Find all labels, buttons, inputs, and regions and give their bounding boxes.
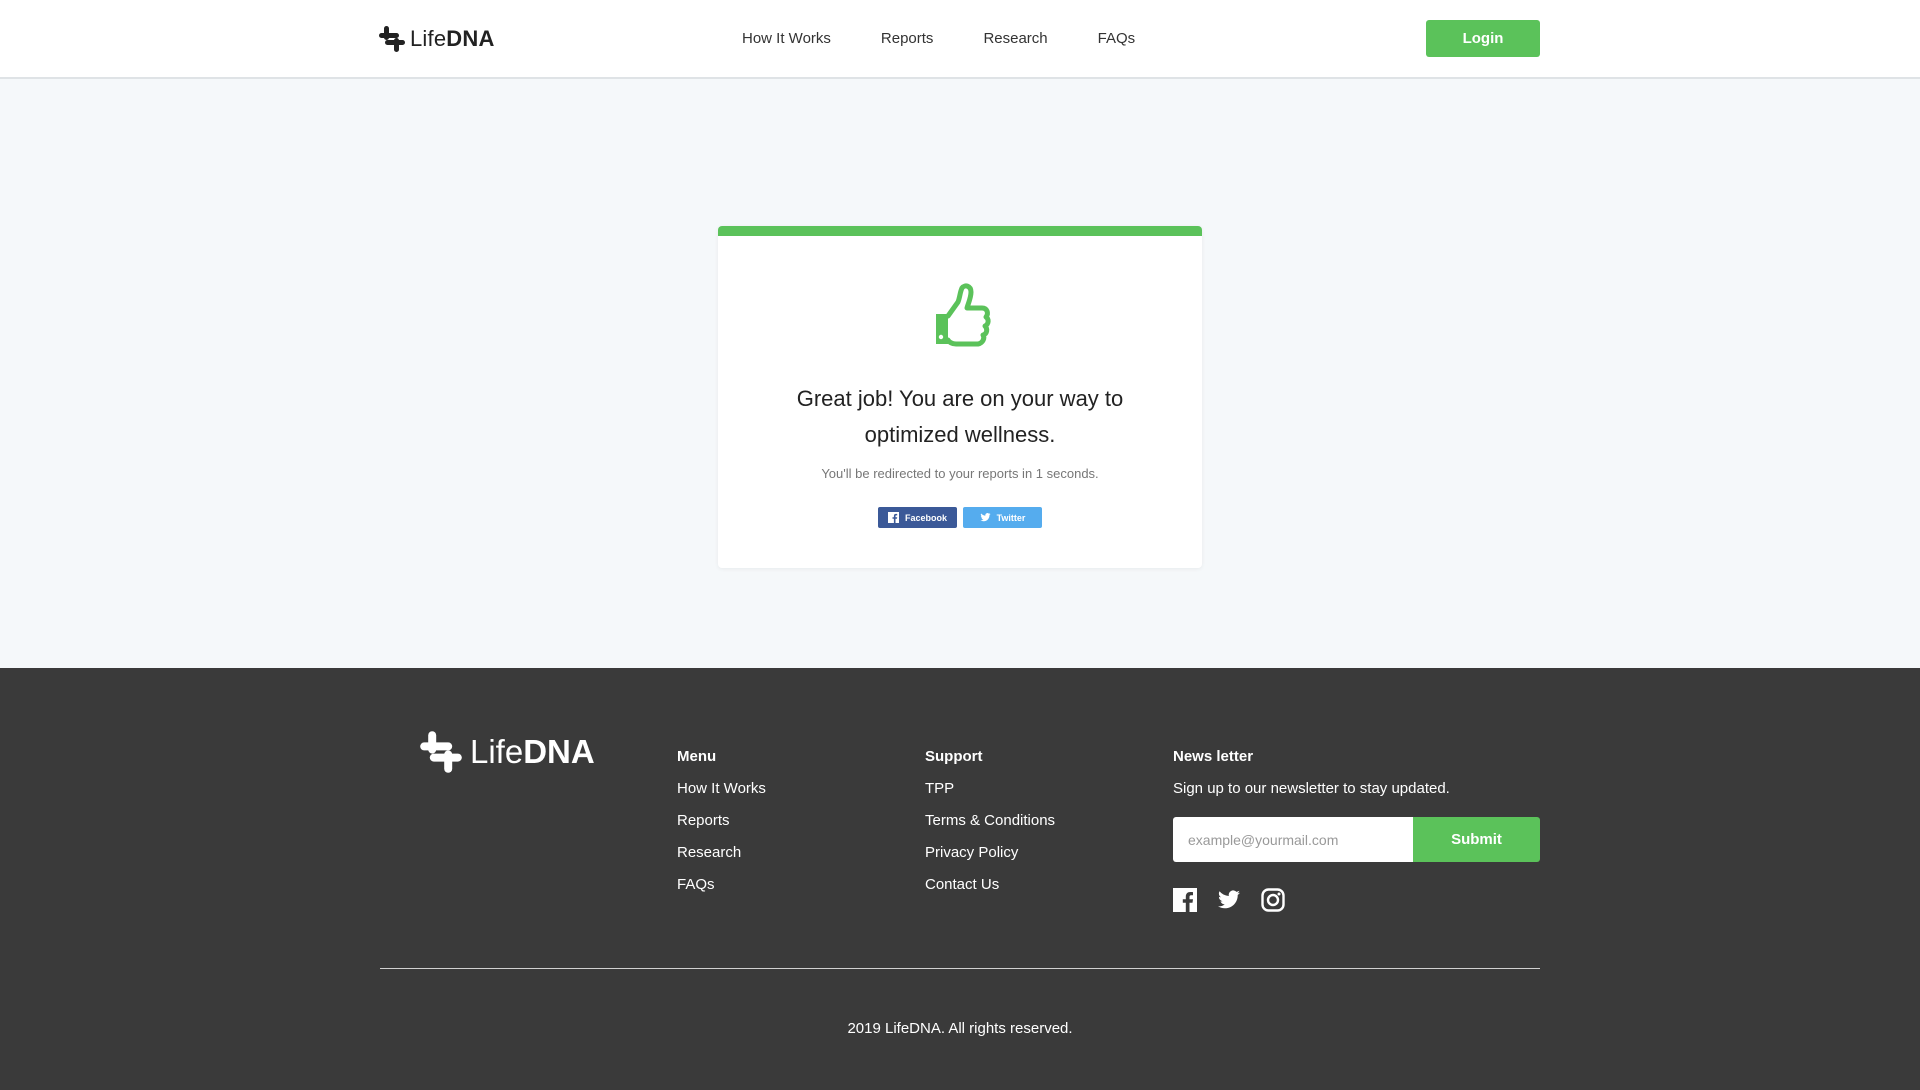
site-header: LifeDNA How It Works Reports Research FA… — [0, 0, 1920, 79]
facebook-icon — [887, 512, 899, 523]
nav-research[interactable]: Research — [983, 30, 1047, 47]
share-buttons: Facebook Twitter — [718, 507, 1202, 528]
twitter-icon[interactable] — [1217, 888, 1241, 912]
footer-link-privacy[interactable]: Privacy Policy — [925, 844, 1055, 862]
footer-brand-logo[interactable]: LifeDNA — [418, 728, 595, 776]
footer-divider — [380, 968, 1540, 969]
instagram-icon[interactable] — [1261, 888, 1285, 912]
card-accent-bar — [718, 226, 1202, 236]
newsletter-form: Submit — [1173, 817, 1540, 862]
lifedna-logo-icon — [379, 26, 405, 52]
brand-name: LifeDNA — [410, 26, 495, 51]
footer-brand-name: LifeDNA — [470, 733, 595, 770]
nav-how-it-works[interactable]: How It Works — [742, 30, 831, 47]
twitter-share-label: Twitter — [996, 512, 1026, 523]
footer-support: Support TPP Terms & Conditions Privacy P… — [925, 748, 1055, 908]
footer-link-contact[interactable]: Contact Us — [925, 876, 1055, 894]
footer-link-terms[interactable]: Terms & Conditions — [925, 812, 1055, 830]
footer-link-how-it-works[interactable]: How It Works — [677, 780, 766, 798]
footer-support-heading: Support — [925, 748, 983, 765]
footer-link-faqs[interactable]: FAQs — [677, 876, 766, 894]
brand-logo[interactable]: LifeDNA — [378, 22, 495, 56]
footer-link-reports[interactable]: Reports — [677, 812, 766, 830]
footer-menu: Menu How It Works Reports Research FAQs — [677, 748, 766, 908]
footer-newsletter: News letter Sign up to our newsletter to… — [1173, 748, 1540, 912]
footer-menu-heading: Menu — [677, 748, 717, 765]
success-card: Great job! You are on your way to optimi… — [718, 226, 1202, 568]
login-button[interactable]: Login — [1426, 20, 1540, 57]
newsletter-submit-button[interactable]: Submit — [1413, 817, 1540, 862]
facebook-icon[interactable] — [1173, 888, 1197, 912]
facebook-share-label: Facebook — [904, 512, 947, 523]
newsletter-text: Sign up to our newsletter to stay update… — [1173, 780, 1450, 797]
redirect-message: You'll be redirected to your reports in … — [821, 466, 1099, 481]
footer-link-tpp[interactable]: TPP — [925, 780, 1055, 798]
twitter-icon — [980, 512, 991, 523]
copyright-text: 2019 LifeDNA. All rights reserved. — [847, 1020, 1073, 1037]
lifedna-logo-icon — [420, 731, 462, 773]
nav-reports[interactable]: Reports — [881, 30, 934, 47]
newsletter-email-input[interactable] — [1173, 817, 1413, 862]
footer-link-research[interactable]: Research — [677, 844, 766, 862]
success-title: Great job! You are on your way to optimi… — [796, 386, 1124, 447]
site-footer: LifeDNA Menu How It Works Reports Resear… — [0, 668, 1920, 1090]
newsletter-heading: News letter — [1173, 748, 1254, 765]
social-links — [1173, 888, 1540, 912]
thumbs-up-icon — [936, 283, 991, 347]
twitter-share-button[interactable]: Twitter — [963, 507, 1042, 528]
main-nav: How It Works Reports Research FAQs — [742, 0, 1185, 77]
facebook-share-button[interactable]: Facebook — [878, 507, 957, 528]
nav-faqs[interactable]: FAQs — [1098, 30, 1136, 47]
